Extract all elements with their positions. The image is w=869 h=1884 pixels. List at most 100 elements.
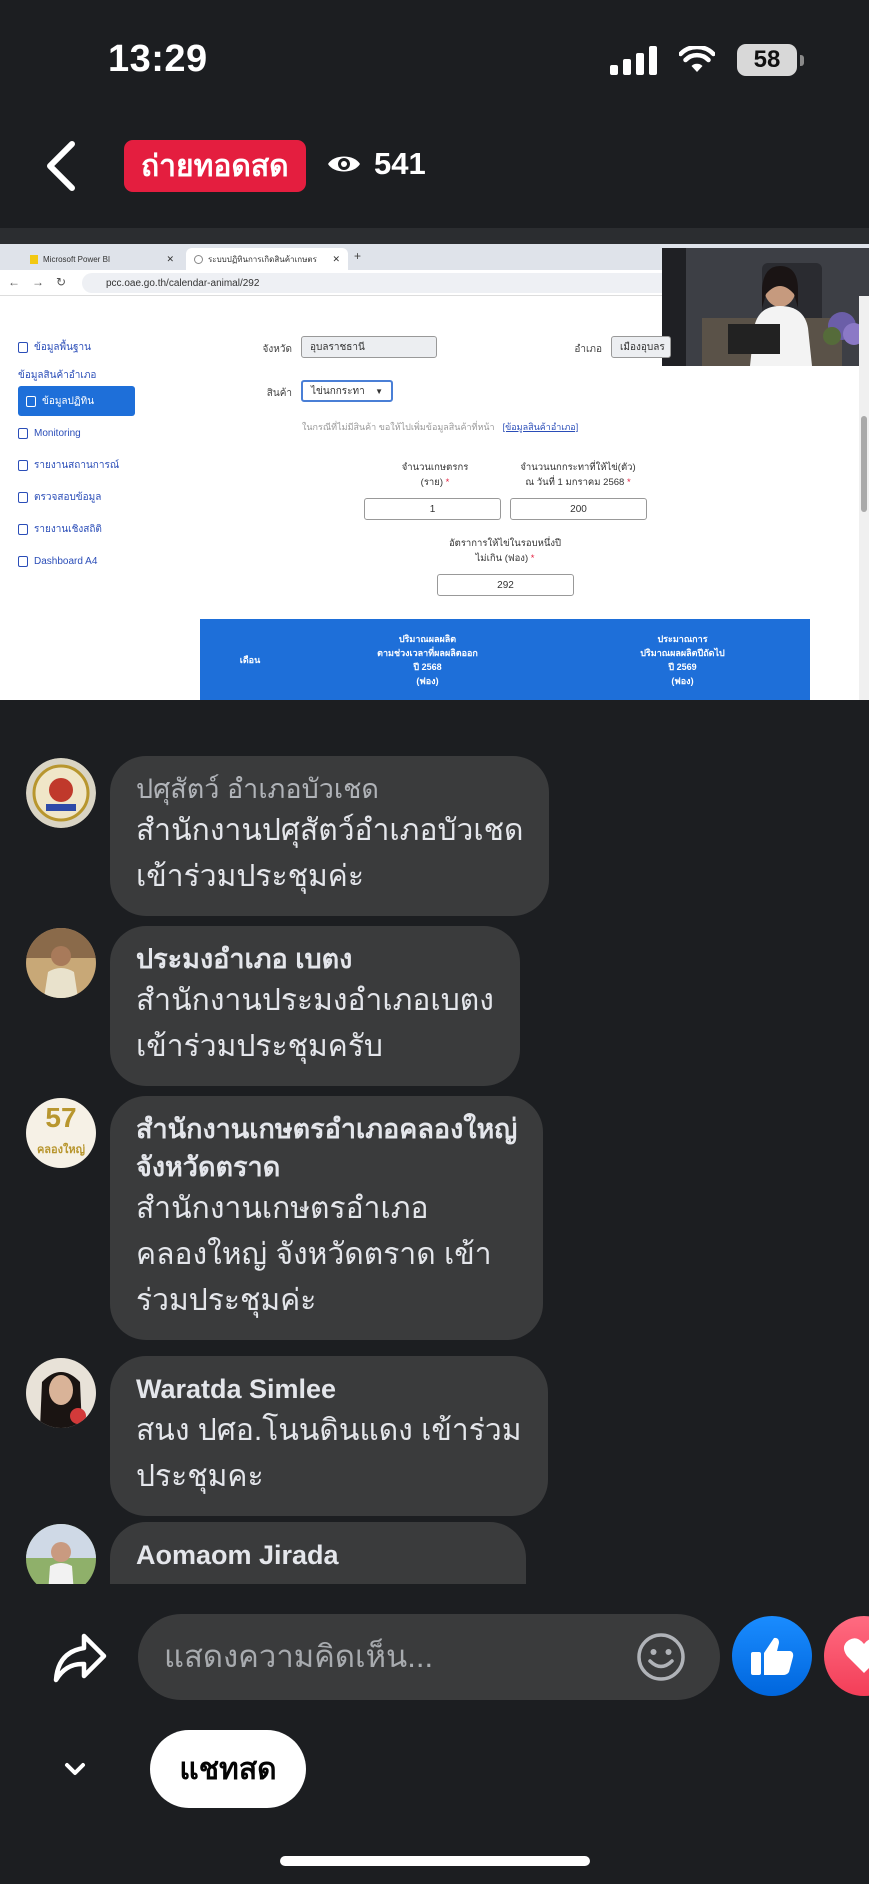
comment-input[interactable]	[164, 1614, 604, 1700]
comment-item: 57 คลองใหญ่ สำนักงานเกษตรอำเภอคลองใหญ่ จ…	[26, 1096, 544, 1340]
scrollbar-thumb[interactable]	[861, 416, 867, 512]
report-icon	[18, 555, 28, 567]
browser-tab[interactable]: Microsoft Power BI ✕	[22, 248, 182, 270]
status-time: 13:29	[108, 38, 208, 80]
home-indicator[interactable]	[280, 1856, 590, 1866]
rate-label-line2: ไม่เกิน (ฟอง)	[475, 553, 529, 564]
comment-bubble[interactable]: Aomaom Jirada	[110, 1522, 526, 1584]
table-header-line: (ฟอง)	[416, 675, 439, 686]
district-label: อำเภอ	[574, 344, 602, 355]
report-icon	[18, 491, 28, 503]
presenter-image	[662, 248, 869, 366]
sidebar-item-label: ตรวจสอบข้อมูล	[34, 491, 102, 503]
arrow-left-icon[interactable]: ←	[8, 275, 20, 289]
comment-author[interactable]: Aomaom Jirada	[136, 1536, 500, 1574]
live-video[interactable]: Microsoft Power BI ✕ ระบบปฏิทินการเกิดสิ…	[0, 244, 869, 700]
table-header-line: ปี 2568	[413, 661, 442, 672]
product-label: สินค้า	[266, 388, 292, 399]
sidebar-item-verify-data[interactable]: ตรวจสอบข้อมูล	[18, 482, 101, 512]
comment-author[interactable]: ปศุสัตว์ อำเภอบัวเชด	[136, 770, 523, 808]
wifi-icon	[679, 46, 715, 72]
comment-bubble[interactable]: ปศุสัตว์ อำเภอบัวเชด สำนักงานปศุสัตว์อำเ…	[110, 756, 550, 916]
farmers-label: จำนวนเกษตรกร (ราย) *	[370, 460, 500, 490]
province-label: จังหวัด	[262, 344, 292, 355]
presenter-webcam	[662, 248, 869, 366]
chart-icon	[18, 341, 28, 353]
province-field[interactable]: อุบลราชธานี	[301, 336, 437, 358]
required-mark: *	[445, 477, 450, 488]
collapse-chat-button[interactable]	[60, 1758, 90, 1782]
sidebar-item-label: ข้อมูลสินค้าอำเภอ	[18, 369, 97, 381]
sidebar-item-label: ข้อมูลพื้นฐาน	[34, 341, 91, 353]
avatar[interactable]	[26, 758, 96, 828]
new-tab-icon[interactable]: +	[354, 249, 361, 263]
avatar[interactable]	[26, 1524, 96, 1584]
comment-author[interactable]: Waratda Simlee	[136, 1370, 522, 1408]
comment-author[interactable]: สำนักงานเกษตรอำเภอคลองใหญ่ จังหวัดตราด	[136, 1110, 517, 1186]
birds-label-line1: จำนวนนกกระทาที่ให้ไข่(ตัว)	[520, 462, 636, 473]
close-icon[interactable]: ✕	[166, 254, 174, 265]
avatar[interactable]: 57 คลองใหญ่	[26, 1098, 96, 1168]
farmers-input[interactable]: 1	[364, 498, 501, 520]
address-bar[interactable]: pcc.oae.go.th/calendar-animal/292	[82, 273, 672, 293]
farmers-label-line2: (ราย)	[420, 477, 443, 488]
like-reaction-button[interactable]	[732, 1616, 812, 1696]
avatar[interactable]	[26, 1358, 96, 1428]
emoji-button[interactable]	[636, 1632, 686, 1682]
love-reaction-button[interactable]	[824, 1616, 869, 1696]
smiley-icon	[637, 1633, 685, 1681]
sidebar-item-monitoring[interactable]: Monitoring	[18, 418, 81, 448]
comment-list[interactable]: ปศุสัตว์ อำเภอบัวเชด สำนักงานปศุสัตว์อำเ…	[0, 740, 869, 1584]
share-icon	[53, 1633, 107, 1683]
avatar[interactable]	[26, 928, 96, 998]
cellular-signal-icon	[610, 45, 657, 75]
sidebar-item-label: รายงานสถานการณ์	[34, 459, 120, 471]
sidebar-item-calendar[interactable]: ข้อมูลปฏิทิน	[18, 386, 135, 416]
table-header-line: ปริมาณผลผลิตปีถัดไป	[640, 647, 725, 658]
comment-bubble[interactable]: ประมงอำเภอ เบตง สำนักงานประมงอำเภอเบตง เ…	[110, 926, 520, 1086]
grid-icon	[18, 427, 28, 439]
comment-item: Aomaom Jirada	[26, 1522, 526, 1584]
comment-author[interactable]: ประมงอำเภอ เบตง	[136, 940, 494, 978]
web-sidebar: ข้อมูลพื้นฐาน ข้อมูลสินค้าอำเภอ ข้อมูลปฏ…	[0, 316, 150, 596]
reload-icon[interactable]: ↻	[56, 275, 66, 289]
sidebar-item-dashboard[interactable]: Dashboard A4	[18, 546, 97, 576]
district-products-link[interactable]: [ข้อมูลสินค้าอำเภอ]	[503, 422, 579, 432]
chevron-down-icon: ▼	[375, 386, 383, 396]
comment-author-line: สำนักงานเกษตรอำเภอคลองใหญ่	[136, 1114, 518, 1144]
share-button[interactable]	[50, 1630, 110, 1686]
close-icon[interactable]: ✕	[332, 254, 340, 265]
browser-tab-active[interactable]: ระบบปฏิทินการเกิดสินค้าเกษตร ✕	[186, 248, 348, 270]
report-icon	[18, 523, 28, 535]
comment-item: Waratda Simlee สนง ปศอ.โนนดินแดง เข้าร่ว…	[26, 1356, 548, 1516]
comment-bubble[interactable]: สำนักงานเกษตรอำเภอคลองใหญ่ จังหวัดตราด ส…	[110, 1096, 544, 1340]
sidebar-item-situation-report[interactable]: รายงานสถานการณ์	[18, 450, 119, 480]
product-select[interactable]: ไข่นกกระทา ▼	[301, 380, 393, 402]
district-field[interactable]: เมืองอุบลร	[611, 336, 671, 358]
eye-icon	[328, 156, 360, 172]
chevron-down-icon	[65, 1763, 85, 1775]
sidebar-item-statistics[interactable]: รายงานเชิงสถิติ	[18, 514, 102, 544]
rate-input[interactable]: 292	[437, 574, 574, 596]
report-icon	[18, 459, 28, 471]
chevron-left-icon	[47, 141, 75, 191]
comment-text: สำนักงานประมงอำเภอเบตง	[136, 984, 494, 1017]
live-chat-button[interactable]: แชทสด	[150, 1730, 306, 1808]
farmers-label-line1: จำนวนเกษตรกร	[401, 462, 469, 473]
sidebar-item-basic-data[interactable]: ข้อมูลพื้นฐาน	[18, 332, 91, 362]
site-icon	[194, 254, 203, 264]
back-button[interactable]	[44, 136, 90, 196]
product-hint: ในกรณีที่ไม่มีสินค้า ขอให้ไปเพิ่มข้อมูลส…	[302, 420, 578, 434]
thumbs-up-icon	[751, 1637, 794, 1675]
sidebar-item-label: Monitoring	[34, 427, 81, 439]
table-header-line: ปี 2569	[668, 661, 697, 672]
rate-label: อัตราการให้ไข่ในรอบหนึ่งปี ไม่เกิน (ฟอง)…	[420, 536, 590, 566]
birds-input[interactable]: 200	[510, 498, 647, 520]
table-header-line: ประมาณการ	[657, 633, 708, 644]
web-scrollbar[interactable]	[859, 296, 869, 700]
avatar-number: 57	[45, 1102, 77, 1133]
arrow-right-icon[interactable]: →	[32, 275, 44, 289]
comment-text: เข้าร่วมประชุมค่ะ	[136, 860, 364, 893]
avatar-image	[26, 758, 96, 828]
comment-bubble[interactable]: Waratda Simlee สนง ปศอ.โนนดินแดง เข้าร่ว…	[110, 1356, 548, 1516]
